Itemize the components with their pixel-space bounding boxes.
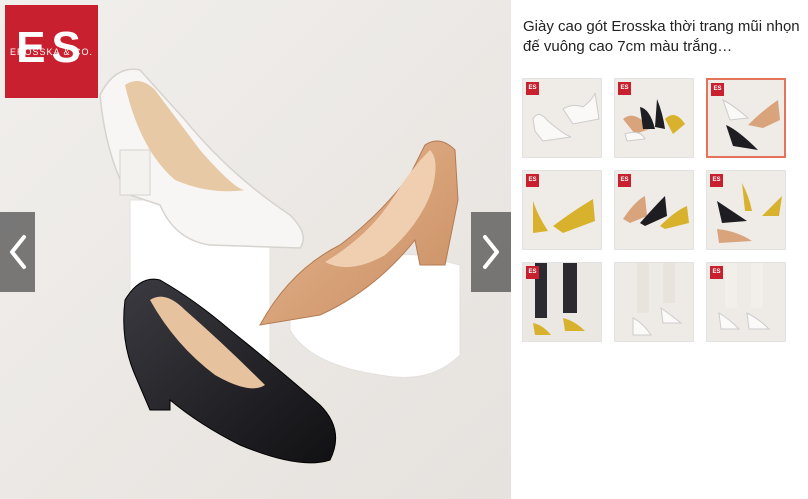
thumbnail-9[interactable]: ES <box>706 262 786 342</box>
product-panel: Giày cao gót Erosska thời trang mũi nhọn… <box>511 0 808 499</box>
next-image-button[interactable] <box>471 212 511 292</box>
thumbnail-logo: ES <box>710 266 723 279</box>
thumbnail-7[interactable]: ES <box>522 262 602 342</box>
thumbnail-logo: ES <box>618 174 631 187</box>
thumbnail-3-selected[interactable]: ES <box>706 78 786 158</box>
thumbnail-logo: ES <box>526 174 539 187</box>
thumbnail-logo: ES <box>526 266 539 279</box>
chevron-left-icon <box>9 235 26 269</box>
thumbnail-logo: ES <box>710 174 723 187</box>
thumbnail-1[interactable]: ES <box>522 78 602 158</box>
product-title: Giày cao gót Erosska thời trang mũi nhọn… <box>523 18 800 55</box>
thumbnail-image <box>615 263 693 341</box>
thumbnail-4[interactable]: ES <box>522 170 602 250</box>
thumbnail-2[interactable]: ES <box>614 78 694 158</box>
brand-logo-name: EROSSKA & CO. <box>9 47 94 57</box>
thumbnail-5[interactable]: ES <box>614 170 694 250</box>
main-product-image[interactable]: ES EROSSKA & CO. <box>0 0 511 499</box>
thumbnail-8[interactable] <box>614 262 694 342</box>
previous-image-button[interactable] <box>0 212 35 292</box>
brand-logo: ES EROSSKA & CO. <box>5 5 98 98</box>
thumbnail-logo: ES <box>711 83 724 96</box>
thumbnail-logo: ES <box>526 82 539 95</box>
thumbnail-logo: ES <box>618 82 631 95</box>
chevron-right-icon <box>483 235 499 269</box>
thumbnail-6[interactable]: ES <box>706 170 786 250</box>
